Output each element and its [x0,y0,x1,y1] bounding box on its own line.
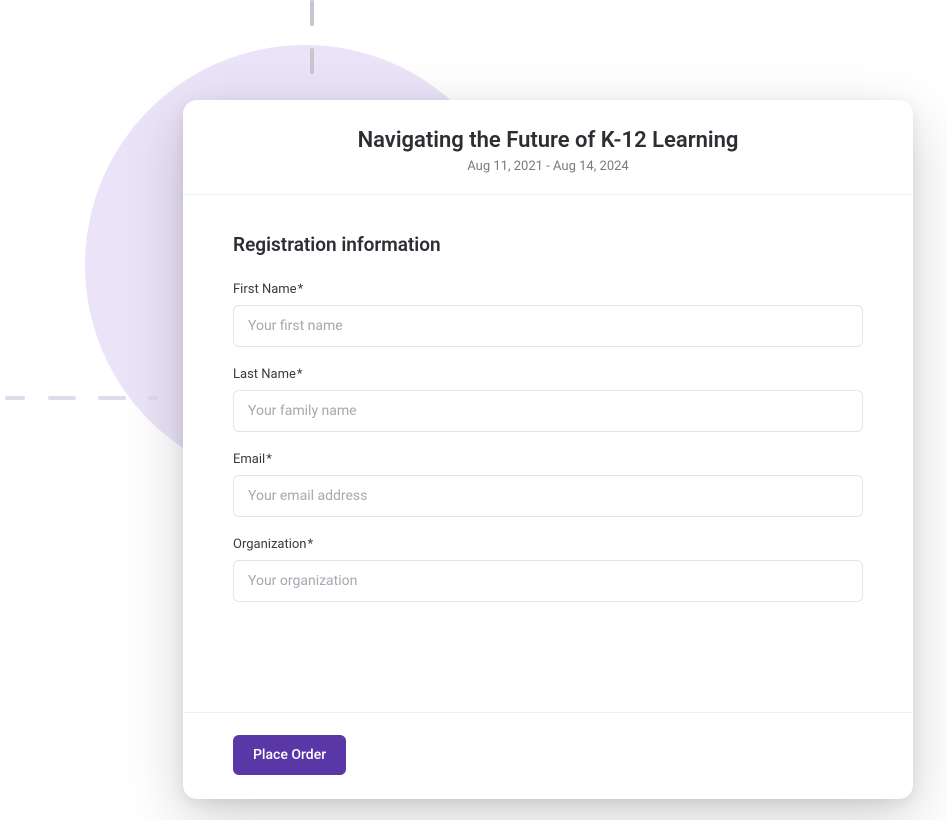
event-title: Navigating the Future of K-12 Learning [203,128,893,153]
required-mark: * [298,282,304,297]
organization-label: Organization* [233,537,863,552]
last-name-input[interactable] [233,390,863,432]
decorative-dash [98,396,126,400]
first-name-label: First Name* [233,282,863,297]
required-mark: * [297,367,303,382]
section-title: Registration information [233,233,863,256]
label-text: Organization [233,537,306,552]
decorative-dash [148,396,158,400]
email-label: Email* [233,452,863,467]
first-name-group: First Name* [233,282,863,347]
label-text: Last Name [233,367,296,382]
card-footer: Place Order [183,712,913,775]
decorative-dash [48,396,76,400]
last-name-label: Last Name* [233,367,863,382]
email-input[interactable] [233,475,863,517]
decorative-dash [310,48,314,74]
decorative-dash [5,396,25,400]
last-name-group: Last Name* [233,367,863,432]
label-text: First Name [233,282,297,297]
event-date-range: Aug 11, 2021 - Aug 14, 2024 [203,159,893,174]
first-name-input[interactable] [233,305,863,347]
required-mark: * [266,452,272,467]
registration-form-card: Navigating the Future of K-12 Learning A… [183,100,913,799]
required-mark: * [307,537,313,552]
place-order-button[interactable]: Place Order [233,735,346,775]
organization-group: Organization* [233,537,863,602]
organization-input[interactable] [233,560,863,602]
decorative-dash [310,0,314,26]
card-header: Navigating the Future of K-12 Learning A… [183,100,913,195]
label-text: Email [233,452,265,467]
email-group: Email* [233,452,863,517]
card-body: Registration information First Name* Las… [183,195,913,652]
